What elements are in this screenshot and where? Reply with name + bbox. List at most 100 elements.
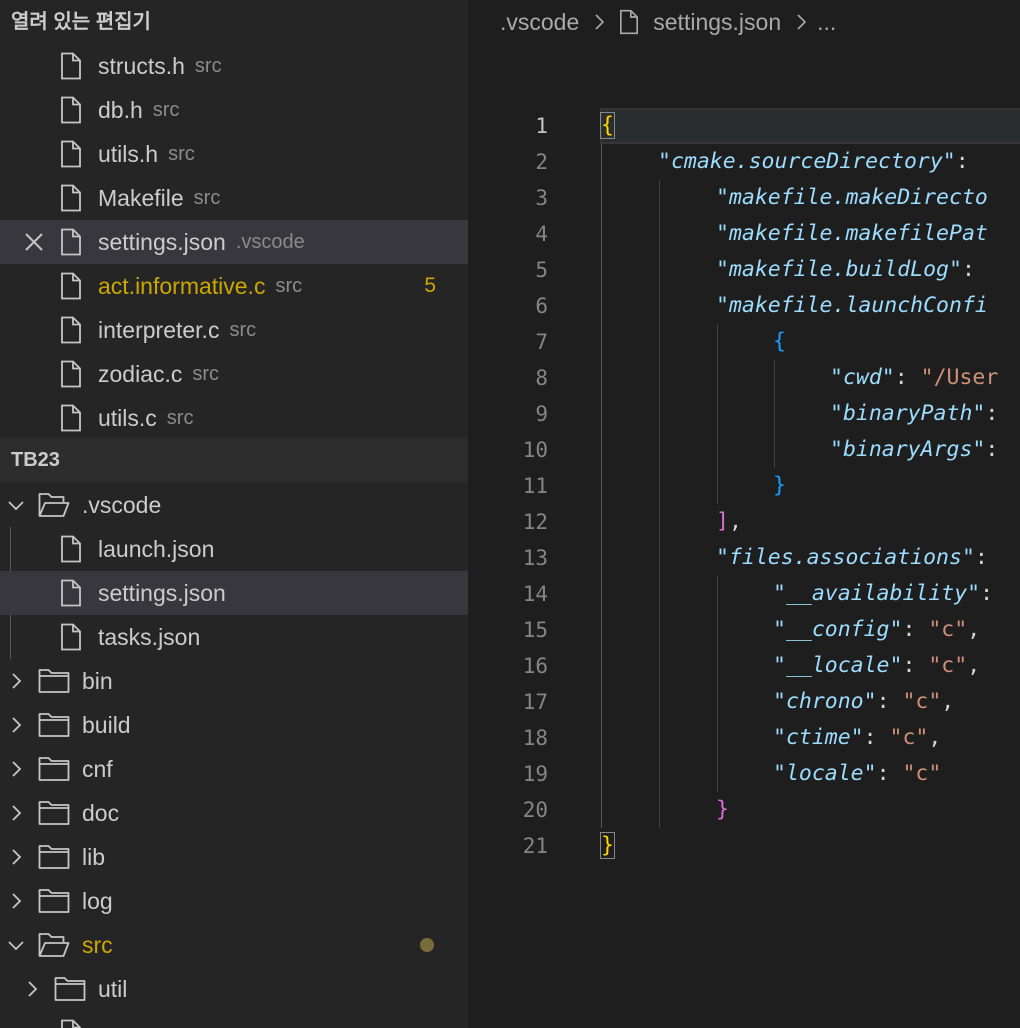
tree-file-launch[interactable]: launch.json [0,527,468,571]
code-line-14[interactable]: "__availability": [773,576,993,612]
open-editor-name: settings.json [98,228,226,255]
modified-dot [420,938,434,952]
tree-folder-util[interactable]: util [0,967,468,1011]
code-line-17[interactable]: "chrono": "c", [773,684,954,720]
line-number: 12 [522,510,548,534]
code-line-13[interactable]: "files.associations": [716,540,988,576]
tree-folder-lib[interactable]: lib [0,835,468,879]
code-line-11[interactable]: } [773,468,786,504]
tree-item-label: .vscode [82,491,162,518]
open-editor-desc: src [192,362,220,385]
breadcrumb-symbol[interactable]: ... [817,9,836,36]
code-line-4[interactable]: "makefile.makefilePat [716,216,988,252]
code-line-3[interactable]: "makefile.makeDirecto [716,180,988,216]
line-number: 7 [535,330,548,354]
tree-file-partial[interactable] [0,1011,468,1028]
open-editor-desc: src [168,142,195,165]
breadcrumb: .vscode settings.json ... [500,0,836,44]
tree-item-label: doc [82,799,120,826]
line-number: 9 [535,402,548,426]
line-number: 16 [522,654,548,678]
breadcrumb-file[interactable]: settings.json [653,9,781,36]
line-number: 6 [535,294,548,318]
file-icon [61,404,81,432]
line-number: 15 [522,618,548,642]
code-line-20[interactable]: } [716,792,729,828]
open-editor-name: db.h [98,96,143,123]
folder-icon [38,801,70,825]
open-editor-item[interactable]: utils.h src [0,132,468,176]
open-editor-name: utils.h [98,140,159,167]
breadcrumb-folder[interactable]: .vscode [500,9,579,36]
code-line-5[interactable]: "makefile.buildLog": [716,252,988,288]
line-number: 19 [522,762,548,786]
tree-folder-doc[interactable]: doc [0,791,468,835]
code-editor[interactable]: .vscode settings.json ... 1 2 3 4 5 6 7 … [468,0,1020,1028]
folder-open-icon [38,493,70,517]
chevron-right-icon [12,673,22,689]
tree-folder-bin[interactable]: bin [0,659,468,703]
line-number: 5 [535,258,548,282]
code-line-7[interactable]: { [773,324,786,360]
line-number: 14 [522,582,548,606]
open-editor-name: zodiac.c [98,360,183,387]
open-editor-name: Makefile [98,184,184,211]
open-editor-item[interactable]: act.informative.c src 5 [0,264,468,308]
code-line-6[interactable]: "makefile.launchConfi [716,288,988,324]
tree-folder-build[interactable]: build [0,703,468,747]
code-line-9[interactable]: "binaryPath": [830,396,998,432]
code-line-10[interactable]: "binaryArgs": [830,432,998,468]
file-icon [61,535,81,563]
code-line-8[interactable]: "cwd": "/User [830,360,998,396]
tree-item-label: bin [82,667,113,694]
code-line-16[interactable]: "__locale": "c", [773,648,980,684]
open-editor-item-active[interactable]: settings.json .vscode [0,220,468,264]
chevron-right-icon [595,14,605,30]
chevron-right-icon [12,805,22,821]
chevron-right-icon [28,981,38,997]
brace-open: { [600,112,615,139]
json-key: "locale" [773,761,877,786]
json-key: "makefile.makeDirecto [716,185,988,210]
json-string: "c" [902,761,942,786]
indent-guide [717,324,718,504]
file-icon [61,96,81,124]
open-editor-item[interactable]: db.h src [0,88,468,132]
json-string: "c" [928,653,968,678]
open-editor-name: utils.c [98,404,157,431]
tree-file-tasks[interactable]: tasks.json [0,615,468,659]
tree-folder-src[interactable]: src [0,923,468,967]
indent-guide [717,576,718,792]
json-key: "cmake.sourceDirectory" [658,149,956,174]
code-line-21[interactable]: } [600,828,615,864]
open-editor-item[interactable]: structs.h src [0,44,468,88]
chevron-down-icon [8,941,24,951]
code-line-18[interactable]: "ctime": "c", [773,720,941,756]
tree-item-label: tasks.json [98,623,201,650]
folder-icon [54,977,86,1001]
tree-folder-cnf[interactable]: cnf [0,747,468,791]
close-icon[interactable] [24,232,44,252]
problem-count-badge: 5 [424,274,436,297]
open-editor-item[interactable]: utils.c src [0,396,468,440]
code-line-12[interactable]: ], [716,504,742,540]
open-editor-desc: src [194,54,222,77]
workspace-header[interactable]: TB23 [0,438,468,482]
brace-close: } [773,473,786,498]
file-icon [61,1019,81,1028]
line-number: 11 [522,474,548,498]
tree-file-settings[interactable]: settings.json [0,571,468,615]
open-editor-item[interactable]: interpreter.c src [0,308,468,352]
current-line-highlight [600,108,1020,144]
code-line-2[interactable]: "cmake.sourceDirectory": [658,144,982,180]
code-line-1[interactable]: { [600,108,615,144]
file-icon [61,52,81,80]
open-editor-item[interactable]: zodiac.c src [0,352,468,396]
tree-folder-vscode[interactable]: .vscode [0,483,468,527]
code-line-15[interactable]: "__config": "c", [773,612,980,648]
tree-folder-log[interactable]: log [0,879,468,923]
code-line-19[interactable]: "locale": "c" [773,756,941,792]
open-editor-item[interactable]: Makefile src [0,176,468,220]
open-editor-name: structs.h [98,52,185,79]
open-editors-header[interactable]: 열려 있는 편집기 [0,0,468,44]
